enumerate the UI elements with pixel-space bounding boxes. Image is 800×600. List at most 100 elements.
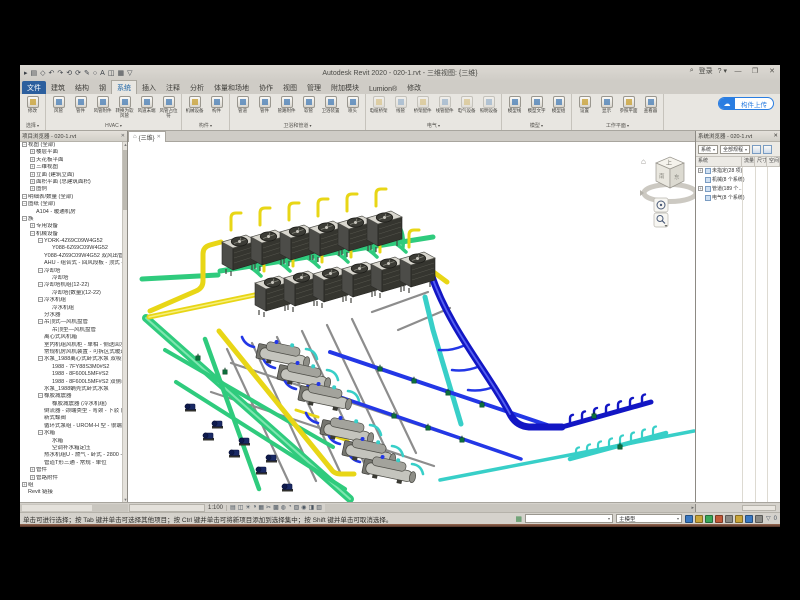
workset-dropdown[interactable]: ▾ <box>525 514 613 523</box>
ribbon-tool[interactable]: 构件 <box>206 95 227 122</box>
tree-item[interactable]: +三维视图 <box>20 164 127 171</box>
tree-item[interactable]: Y088-4Z69C09W4G52 双风出管 <box>20 253 127 260</box>
ribbon-tool[interactable]: 机械设备 <box>184 95 205 122</box>
project-browser-scrollbar[interactable]: ▲▼ <box>122 142 127 502</box>
ribbon-tool[interactable]: 修改 <box>22 95 43 122</box>
tree-item[interactable]: −冷却塔机组(12-22) <box>20 282 127 289</box>
tree-item[interactable]: 1988 - 7FY88S3M0#S2 <box>20 364 127 371</box>
tree-item[interactable]: 吊顶型—风机盘管 <box>20 327 127 334</box>
component-upload-button[interactable]: ☁ 构件上传 <box>718 97 774 110</box>
view-control-icon[interactable]: ◫ <box>238 504 244 511</box>
expander-icon[interactable]: − <box>38 393 43 398</box>
status-icon[interactable] <box>755 515 763 523</box>
expander-icon[interactable]: + <box>30 467 35 472</box>
system-filter-dropdown[interactable]: 系统▾ <box>698 145 718 154</box>
ribbon-tool[interactable]: 管件 <box>70 95 91 122</box>
3d-model-view[interactable]: 上 南 东 ⌂ <box>128 142 695 502</box>
ribbon-tab[interactable]: 修改 <box>402 81 426 94</box>
collapse-all-icon[interactable] <box>763 145 772 154</box>
tree-item[interactable]: 橡胶减震器 (冷水机组) <box>20 401 127 408</box>
view-control-icon[interactable]: ◍ <box>281 504 286 511</box>
ribbon-tool[interactable]: 参照平面 <box>618 95 639 122</box>
browser-h-scrollbar[interactable] <box>20 504 128 512</box>
ribbon-tool[interactable]: 桥架配件 <box>412 95 433 122</box>
expander-icon[interactable]: − <box>22 216 27 221</box>
ribbon-tab[interactable]: 附加模块 <box>326 81 364 94</box>
ribbon-tool[interactable]: 风管占位符 <box>158 95 179 122</box>
tree-item[interactable]: 冷水机组 <box>20 305 127 312</box>
tree-item[interactable]: Revit 链接 <box>20 489 127 496</box>
tree-item[interactable]: +立面 (建筑立面) <box>20 172 127 179</box>
expander-icon[interactable]: − <box>22 201 27 206</box>
expander-icon[interactable]: − <box>38 356 43 361</box>
ribbon-tool[interactable]: 管道 <box>232 95 253 122</box>
tree-item[interactable]: −视图 (全部) <box>20 142 127 149</box>
status-icon[interactable] <box>705 515 713 523</box>
expander-icon[interactable]: + <box>698 168 703 173</box>
tree-item[interactable]: 常规机房风机装置 - 可拆区式暖通 - 底部送风 <box>20 349 127 356</box>
ribbon-tab[interactable]: 注释 <box>161 81 185 94</box>
tree-item[interactable]: −图纸 (全部) <box>20 201 127 208</box>
status-icon[interactable] <box>685 515 693 523</box>
expander-icon[interactable]: + <box>30 223 35 228</box>
status-icon[interactable] <box>725 515 733 523</box>
ribbon-tool[interactable]: 照明设备 <box>478 95 499 122</box>
canvas-h-scroll-thumb[interactable] <box>129 504 205 512</box>
ribbon-tool[interactable]: 模型组 <box>548 95 569 122</box>
view-control-icon[interactable]: ☀ <box>245 504 250 511</box>
tree-item[interactable]: 管道T形三通 - 常规 - 单位 <box>20 460 127 467</box>
expander-icon[interactable]: + <box>30 157 35 162</box>
expander-icon[interactable]: − <box>22 194 27 199</box>
tree-item[interactable]: −水泵_1988离心式卧式水泵 双吸泵 <box>20 356 127 363</box>
tree-item[interactable]: −冷水机组 <box>20 297 127 304</box>
tree-item[interactable]: −机械设备 <box>20 231 127 238</box>
design-option-dropdown[interactable]: 主模型▾ <box>616 514 682 523</box>
expander-icon[interactable]: − <box>22 142 27 147</box>
ribbon-tab[interactable]: Lumion® <box>364 84 402 94</box>
view-control-icon[interactable]: ▤ <box>230 504 236 511</box>
tree-item[interactable]: +楼层平面 <box>20 149 127 156</box>
tree-item[interactable]: 室内机组风机柜 - 单相 - 侧送回水接口带输送 <box>20 342 127 349</box>
tree-item[interactable]: 空调补水箱定压 <box>20 445 127 452</box>
ribbon-tool[interactable]: 显示 <box>596 95 617 122</box>
ribbon-tool[interactable]: 转换为软风管 <box>114 95 135 122</box>
maximize-button[interactable]: ❐ <box>749 67 761 75</box>
ribbon-tab[interactable]: 体量和场地 <box>209 81 254 94</box>
ribbon-tool[interactable]: 风管 <box>48 95 69 122</box>
status-icon[interactable] <box>745 515 753 523</box>
ribbon-tool[interactable]: 线管 <box>390 95 411 122</box>
tree-item[interactable]: −族 <box>20 216 127 223</box>
tree-item[interactable]: −YORK-4Z69C09W4G52 <box>20 238 127 245</box>
tree-item[interactable]: −冷却塔 <box>20 268 127 275</box>
ribbon-tab[interactable]: 视图 <box>278 81 302 94</box>
tree-item[interactable]: +天花板平面 <box>20 157 127 164</box>
view-control-icon[interactable]: ✂ <box>266 504 271 511</box>
tree-item[interactable]: 热水机组U - 燃气 - 卧式 - 2800 - 14000 kW <box>20 452 127 459</box>
expander-icon[interactable]: − <box>30 231 35 236</box>
tree-item[interactable]: 新式蝶阀 <box>20 415 127 422</box>
expander-icon[interactable]: − <box>38 430 43 435</box>
tree-item[interactable]: 水泵_1988蜗壳式卧式水泵 <box>20 386 127 393</box>
tree-item[interactable]: −水箱 <box>20 430 127 437</box>
view-control-icon[interactable]: ◨ <box>309 504 315 511</box>
expander-icon[interactable]: − <box>38 319 43 324</box>
tree-item[interactable]: −明细表/数量 (全部) <box>20 194 127 201</box>
ribbon-tool[interactable]: 模型线 <box>504 95 525 122</box>
ribbon-tool[interactable]: 电缆桥架 <box>368 95 389 122</box>
ribbon-tab[interactable]: 系统 <box>111 80 137 94</box>
tree-item[interactable]: 冷却塔 <box>20 275 127 282</box>
viewcube[interactable]: 上 南 东 ⌂ <box>640 157 695 202</box>
expand-all-icon[interactable] <box>752 145 761 154</box>
tree-item[interactable]: 倒流器 - 颈端类型 - 弯颈 - 下驳下坡 <box>20 408 127 415</box>
status-icon[interactable] <box>695 515 703 523</box>
scale-button[interactable]: 1:100 <box>205 505 227 511</box>
help-icon[interactable]: ? ▾ <box>718 67 727 75</box>
ribbon-tool[interactable]: 管件 <box>254 95 275 122</box>
view-control-icon[interactable]: ◔ <box>288 504 292 511</box>
ribbon-tab[interactable]: 协作 <box>254 81 278 94</box>
view-control-icon[interactable]: ▥ <box>316 504 322 511</box>
ribbon-tool[interactable]: 电气设备 <box>456 95 477 122</box>
expander-icon[interactable]: + <box>30 164 35 169</box>
ribbon-tool[interactable]: 管路附件 <box>276 95 297 122</box>
tree-item[interactable]: 1988 - 8F600L5MF#S2 双侧装置 <box>20 379 127 386</box>
